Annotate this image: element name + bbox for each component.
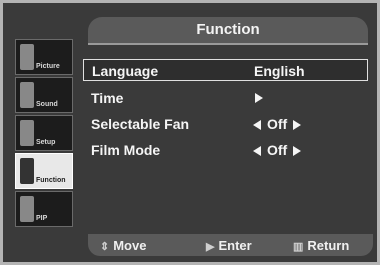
return-icon: ▥ bbox=[293, 241, 304, 253]
sidebar-item-label: Picture bbox=[36, 63, 60, 70]
sidebar-item-sound[interactable]: Sound bbox=[15, 77, 73, 113]
return-hint: ▥ Return bbox=[293, 238, 349, 253]
osd-frame: Function Picture Sound Setup Function PI… bbox=[0, 0, 380, 265]
title-bar: Function bbox=[88, 17, 368, 45]
menu-item-label: Time bbox=[91, 90, 124, 106]
updown-icon: ⇕ bbox=[100, 241, 110, 253]
pip-icon bbox=[20, 196, 34, 222]
arrow-left-icon[interactable] bbox=[253, 146, 261, 157]
menu-item-label: Selectable Fan bbox=[91, 116, 190, 132]
arrow-left-icon[interactable] bbox=[253, 120, 261, 131]
sidebar-item-function[interactable]: Function bbox=[15, 153, 73, 189]
arrow-right-icon[interactable] bbox=[293, 146, 302, 157]
menu-item-label: Film Mode bbox=[91, 142, 161, 158]
footer-hints: ⇕ Move ▶ Enter ▥ Return bbox=[88, 234, 373, 256]
menu-item-label: Language bbox=[92, 63, 159, 79]
sound-icon bbox=[20, 82, 34, 108]
move-label: Move bbox=[113, 238, 147, 253]
sidebar-item-label: Sound bbox=[36, 101, 58, 108]
picture-icon bbox=[20, 44, 34, 70]
function-icon bbox=[20, 158, 34, 184]
sidebar: Picture Sound Setup Function PIP bbox=[15, 39, 73, 229]
menu-panel: Language English Time Selectable Fan Off… bbox=[83, 59, 368, 229]
menu-item-value-group: Off bbox=[253, 142, 302, 158]
menu-item-film-mode[interactable]: Film Mode Off bbox=[83, 139, 368, 161]
sidebar-item-pip[interactable]: PIP bbox=[15, 191, 73, 227]
enter-icon: ▶ bbox=[206, 241, 215, 253]
setup-icon bbox=[20, 120, 34, 146]
menu-item-language[interactable]: Language English bbox=[83, 59, 368, 81]
menu-item-selectable-fan[interactable]: Selectable Fan Off bbox=[83, 113, 368, 135]
menu-item-value: English bbox=[254, 63, 305, 79]
menu-item-value-group: Off bbox=[253, 116, 302, 132]
arrow-right-icon[interactable] bbox=[293, 120, 302, 131]
sidebar-item-picture[interactable]: Picture bbox=[15, 39, 73, 75]
sidebar-item-label: Function bbox=[36, 177, 66, 184]
enter-label: Enter bbox=[218, 238, 252, 253]
menu-item-value: Off bbox=[267, 142, 288, 158]
menu-title: Function bbox=[196, 21, 260, 38]
arrow-right-icon bbox=[255, 93, 263, 103]
sidebar-item-setup[interactable]: Setup bbox=[15, 115, 73, 151]
return-label: Return bbox=[307, 238, 350, 253]
move-hint: ⇕ Move bbox=[100, 238, 146, 253]
sidebar-item-label: Setup bbox=[36, 139, 56, 146]
sidebar-item-label: PIP bbox=[36, 215, 48, 222]
enter-hint: ▶ Enter bbox=[206, 238, 252, 253]
menu-item-value: Off bbox=[267, 116, 288, 132]
menu-item-time[interactable]: Time bbox=[83, 87, 368, 109]
